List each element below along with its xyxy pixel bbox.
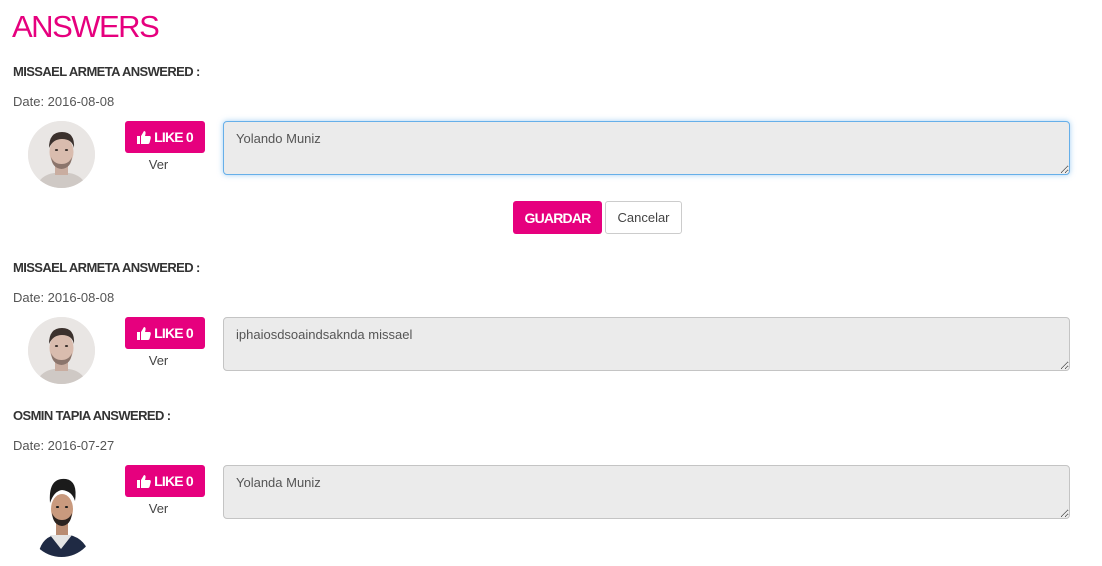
thumbs-up-icon — [137, 130, 151, 144]
thumbs-up-icon — [137, 326, 151, 340]
like-button[interactable]: LIKE 0 — [125, 317, 205, 349]
like-button[interactable]: LIKE 0 — [125, 121, 205, 153]
answer-text: Yolanda Muniz — [223, 465, 1070, 519]
answer-date: Date: 2016-08-08 — [13, 290, 115, 305]
avatar — [28, 317, 95, 384]
save-button[interactable]: GUARDAR — [513, 201, 602, 234]
ver-link[interactable]: Ver — [125, 501, 192, 516]
ver-link[interactable]: Ver — [125, 353, 192, 368]
answer-author: OSMIN TAPIA ANSWERED : — [13, 408, 171, 423]
answer-edit-field[interactable]: Yolando Muniz — [223, 121, 1070, 175]
answer-date: Date: 2016-07-27 — [13, 438, 115, 453]
answer-text: iphaiosdsoaindsaknda missael — [223, 317, 1070, 371]
like-label: LIKE 0 — [154, 325, 194, 341]
ver-link[interactable]: Ver — [125, 157, 192, 172]
like-label: LIKE 0 — [154, 473, 194, 489]
answer-author: MISSAEL ARMETA ANSWERED : — [13, 64, 200, 79]
thumbs-up-icon — [137, 474, 151, 488]
like-label: LIKE 0 — [154, 129, 194, 145]
like-button[interactable]: LIKE 0 — [125, 465, 205, 497]
answer-date: Date: 2016-08-08 — [13, 94, 115, 109]
page-title: ANSWERS — [12, 9, 160, 44]
avatar — [28, 473, 95, 557]
answer-author: MISSAEL ARMETA ANSWERED : — [13, 260, 200, 275]
avatar — [28, 121, 95, 188]
cancel-button[interactable]: Cancelar — [605, 201, 682, 234]
